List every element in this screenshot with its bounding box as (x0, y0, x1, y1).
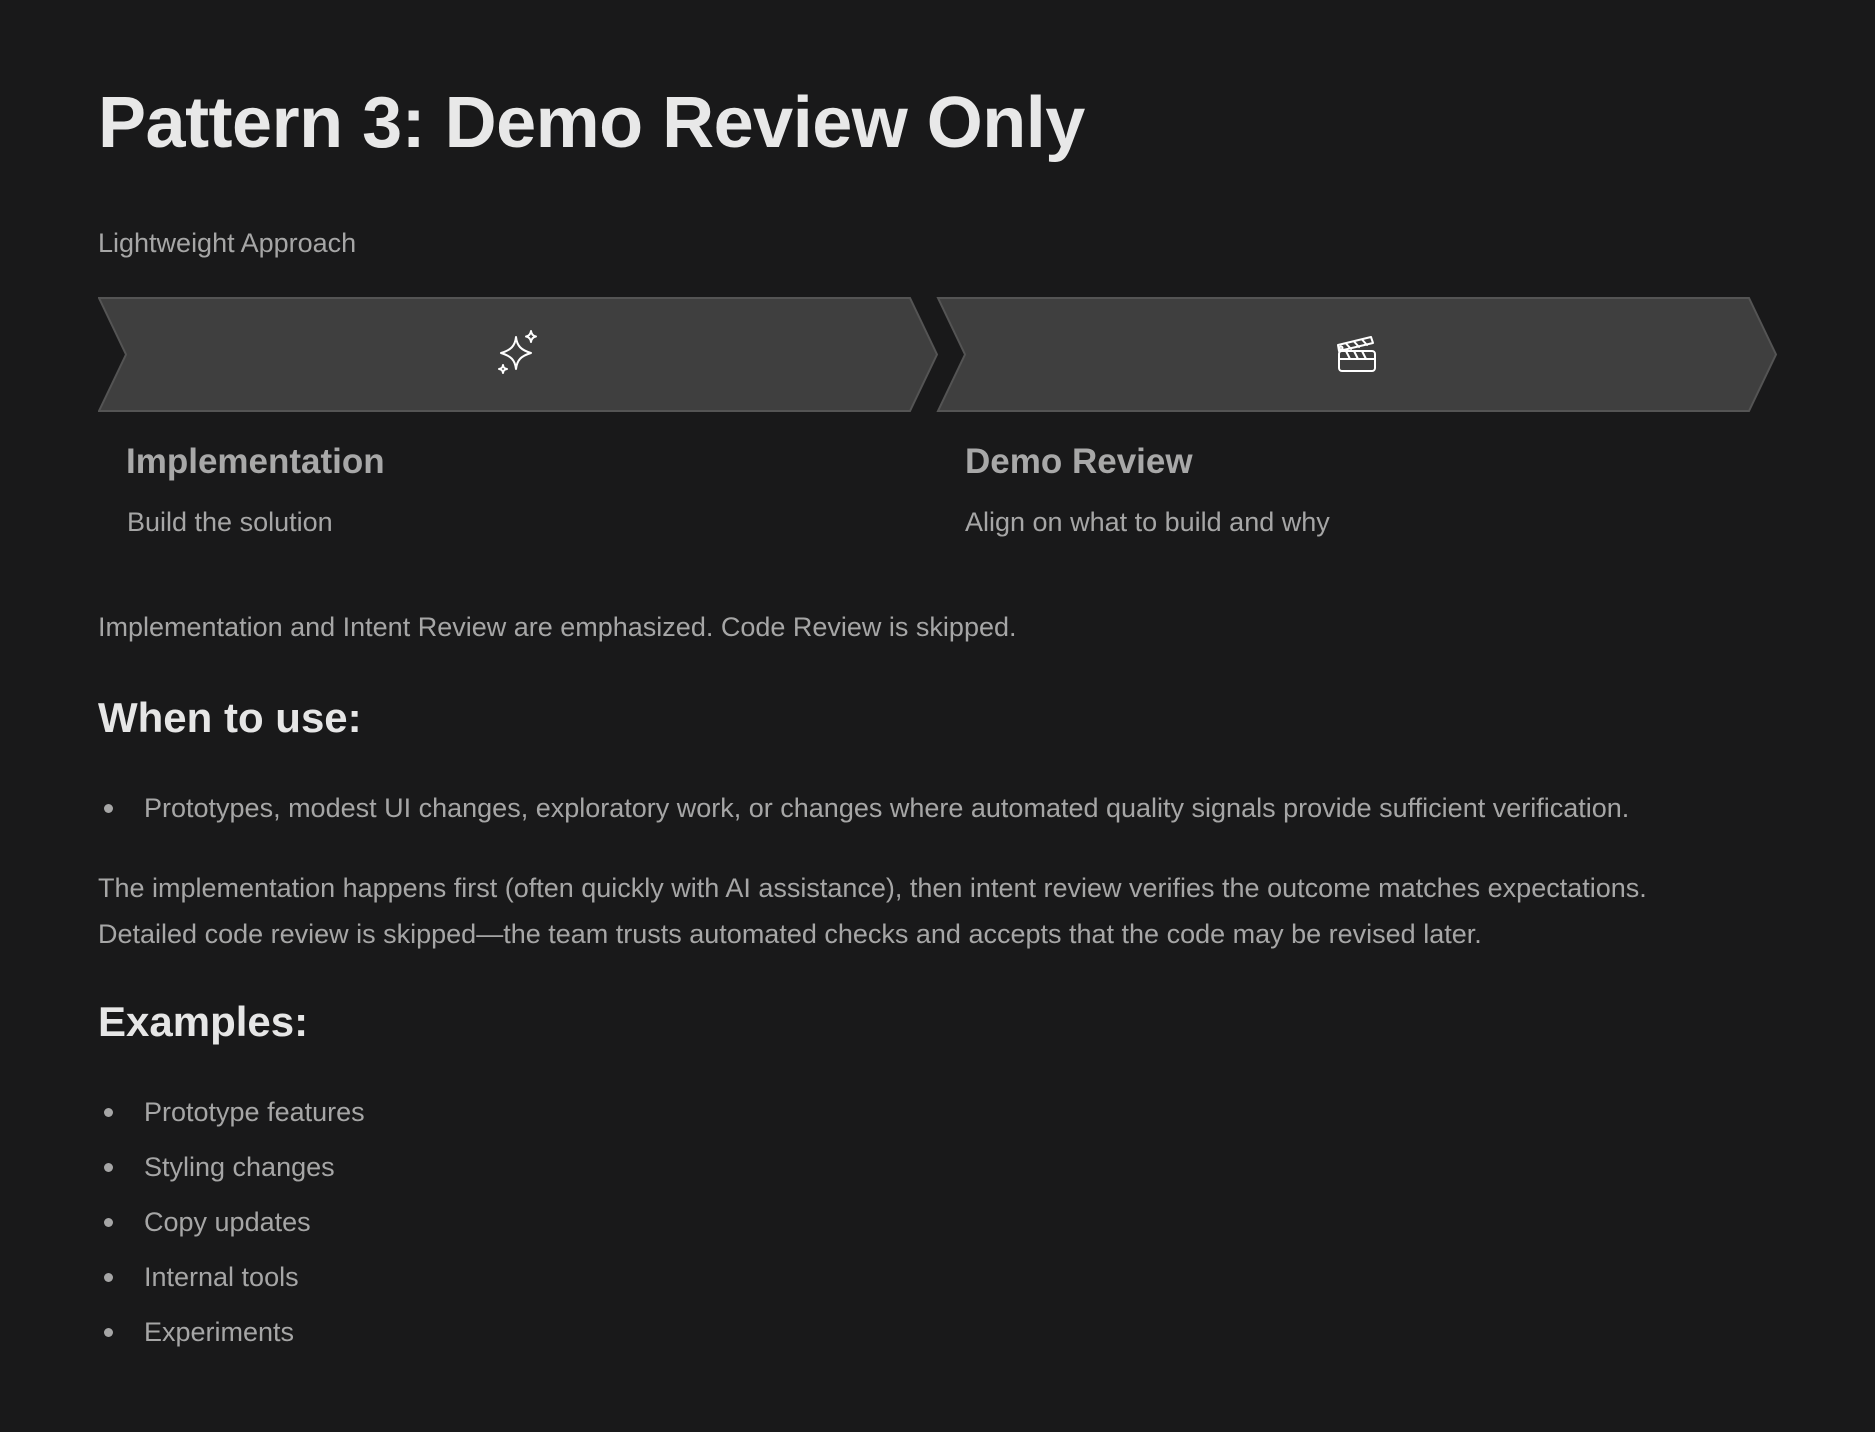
list-item-text: Prototype features (144, 1097, 365, 1127)
page-subtitle: Lightweight Approach (98, 228, 357, 258)
list-item-text: Experiments (144, 1317, 295, 1347)
explanation-line: The implementation happens first (often … (98, 873, 1647, 903)
bullet-icon (104, 1328, 113, 1337)
pattern-summary: Implementation and Intent Review are emp… (98, 612, 1017, 642)
examples-list: Prototype features Styling changes Copy … (98, 1092, 365, 1367)
list-item: Prototype features (98, 1092, 365, 1147)
explanation-paragraph: The implementation happens first (often … (98, 865, 1798, 957)
when-to-use-heading: When to use: (98, 694, 362, 741)
list-item: Internal tools (98, 1257, 365, 1312)
bullet-icon (104, 1163, 113, 1172)
list-item-text: Prototypes, modest UI changes, explorato… (144, 793, 1630, 823)
sparkles-icon (494, 329, 542, 377)
bullet-icon (104, 804, 113, 813)
explanation-line: Detailed code review is skipped—the team… (98, 919, 1482, 949)
process-flow (98, 297, 1778, 412)
list-item: Styling changes (98, 1147, 365, 1202)
list-item-text: Copy updates (144, 1207, 311, 1237)
page-title: Pattern 3: Demo Review Only (98, 83, 1085, 163)
bullet-icon (104, 1273, 113, 1282)
list-item-text: Internal tools (144, 1262, 299, 1292)
clapperboard-icon (1333, 329, 1381, 377)
step-description-demo-review: Align on what to build and why (965, 507, 1330, 537)
list-item: Prototypes, modest UI changes, explorato… (98, 788, 1629, 828)
step-title-demo-review: Demo Review (965, 442, 1193, 481)
process-flow-arrows (98, 297, 1778, 412)
document-page: Pattern 3: Demo Review Only Lightweight … (0, 0, 1875, 1432)
when-to-use-list: Prototypes, modest UI changes, explorato… (98, 788, 1629, 828)
examples-heading: Examples: (98, 998, 309, 1045)
step-title-implementation: Implementation (126, 442, 385, 481)
bullet-icon (104, 1218, 113, 1227)
step-description-implementation: Build the solution (127, 507, 333, 537)
list-item: Copy updates (98, 1202, 365, 1257)
list-item: Experiments (98, 1312, 365, 1367)
list-item-text: Styling changes (144, 1152, 335, 1182)
bullet-icon (104, 1108, 113, 1117)
